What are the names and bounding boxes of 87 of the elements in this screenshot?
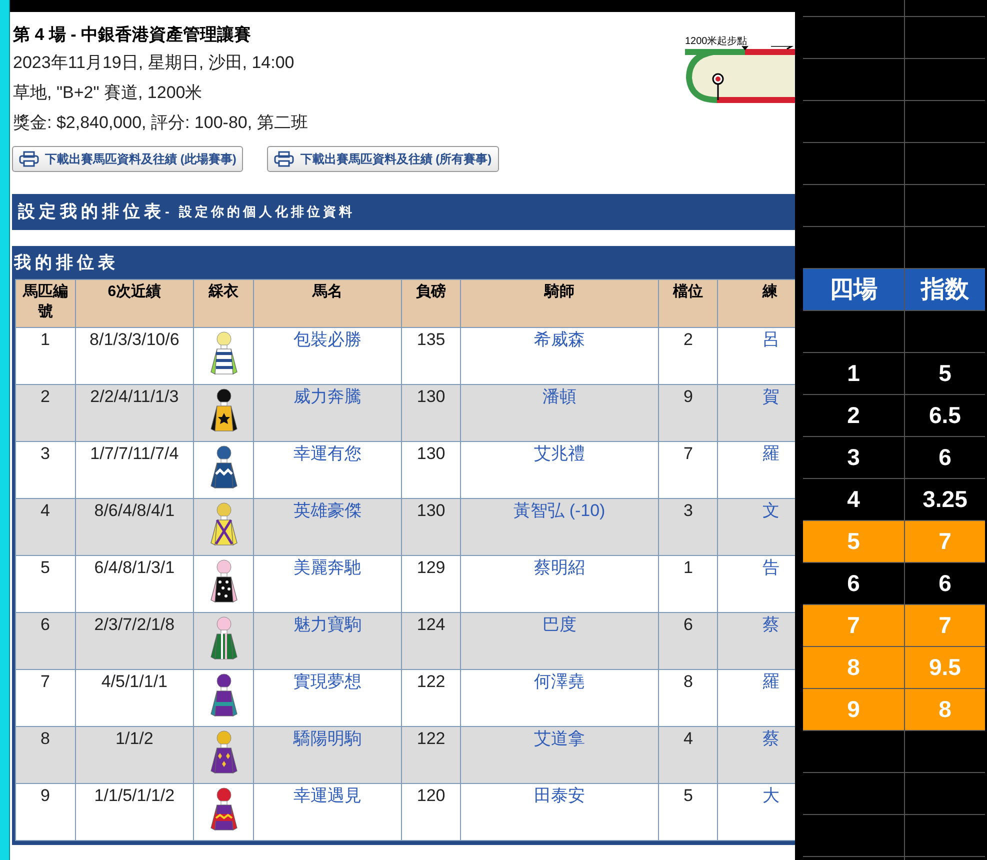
column-header: 馬匹編號: [16, 280, 76, 328]
horse-name[interactable]: 幸運遇見: [294, 786, 362, 805]
horse-name[interactable]: 實現夢想: [294, 672, 362, 691]
jockey-name[interactable]: 何澤堯: [534, 672, 585, 691]
weight: 130: [416, 501, 446, 520]
draw: 7: [683, 444, 693, 463]
jockey-name[interactable]: 黃智弘 (-10): [514, 501, 606, 520]
jockey-name[interactable]: 希威森: [534, 330, 585, 349]
recent-form: 2/3/7/2/1/8: [94, 615, 175, 634]
recent-form: 6/4/8/1/3/1: [94, 558, 175, 577]
sheet-cell: 9.5: [905, 647, 985, 689]
weight: 122: [416, 672, 446, 691]
race-info-text: 草地, "B+2" 賽道, 1200米: [13, 82, 204, 104]
horse-number: 7: [40, 672, 50, 691]
horse-number: 6: [40, 615, 50, 634]
recent-form: 1/7/7/11/7/4: [90, 444, 179, 463]
weight: 120: [416, 786, 446, 805]
sheet-column-header: 指数: [905, 269, 985, 311]
trainer-name[interactable]: 告: [762, 558, 780, 577]
sheet-column-header: 四場: [803, 269, 904, 311]
section-subtitle: - 設定你的個人化排位資料: [165, 203, 355, 222]
horse-number: 1: [40, 330, 50, 349]
jockey-name[interactable]: 艾兆禮: [534, 444, 585, 463]
trainer-name[interactable]: 羅: [762, 444, 780, 463]
draw: 8: [683, 672, 693, 691]
race-title: 第 4 場 - 中銀香港資產管理讓賽: [13, 24, 252, 46]
recent-form: 8/1/3/3/10/6: [90, 330, 180, 349]
sheet-cell: 9: [803, 689, 904, 731]
sheet-cell: 7: [905, 605, 985, 647]
sheet-cell: 7: [803, 605, 904, 647]
recent-form: 8/6/4/8/4/1: [94, 501, 175, 520]
draw: 5: [683, 786, 693, 805]
printer-icon: [274, 151, 294, 167]
download-button[interactable]: 下載出賽馬匹資料及往績 (所有賽事): [267, 146, 499, 172]
horse-name[interactable]: 美麗奔馳: [294, 558, 362, 577]
draw: 6: [683, 615, 693, 634]
horse-name[interactable]: 威力奔騰: [294, 387, 362, 406]
sheet-cell: 5: [803, 521, 904, 563]
trainer-name[interactable]: 蔡: [762, 729, 780, 748]
recent-form: 1/1/2: [116, 729, 154, 748]
sheet-cell: 7: [905, 521, 985, 563]
horse-number: 3: [40, 444, 50, 463]
trainer-name[interactable]: 呂: [762, 330, 780, 349]
jockey-name[interactable]: 艾道拿: [534, 729, 585, 748]
sheet-cell: 8: [905, 689, 985, 731]
horse-name[interactable]: 英雄豪傑: [294, 501, 362, 520]
horse-number: 2: [40, 387, 50, 406]
table-title: 我的排位表: [12, 246, 795, 279]
section-title: 設定我的排位表: [18, 201, 165, 224]
weight: 124: [416, 615, 446, 634]
draw: 9: [683, 387, 693, 406]
draw: 1: [683, 558, 693, 577]
weight: 130: [416, 387, 446, 406]
draw: 3: [683, 501, 693, 520]
recent-form: 4/5/1/1/1: [101, 672, 168, 691]
horse-name[interactable]: 包裝必勝: [294, 330, 362, 349]
sheet-cell: 8: [803, 647, 904, 689]
horse-name[interactable]: 驕陽明駒: [294, 729, 362, 748]
trainer-name[interactable]: 羅: [762, 672, 780, 691]
column-header: 騎師: [460, 280, 658, 328]
weight: 129: [416, 558, 446, 577]
jockey-name[interactable]: 田泰安: [534, 786, 585, 805]
jockey-name[interactable]: 巴度: [542, 615, 576, 634]
trainer-name[interactable]: 賀: [762, 387, 780, 406]
horse-number: 9: [40, 786, 50, 805]
trainer-name[interactable]: 蔡: [762, 615, 780, 634]
draw: 2: [683, 330, 693, 349]
jockey-name[interactable]: 潘頓: [542, 387, 576, 406]
weight: 135: [416, 330, 446, 349]
jockey-name[interactable]: 蔡明紹: [534, 558, 585, 577]
start-point-label: 1200米起步點: [685, 36, 748, 48]
download-button[interactable]: 下載出賽馬匹資料及往績 (此場賽事): [12, 146, 244, 172]
race-info-text: 2023年11月19日, 星期日, 沙田, 14:00: [13, 52, 296, 74]
recent-form: 1/1/5/1/1/2: [94, 786, 175, 805]
draw: 4: [683, 729, 693, 748]
horse-number: 4: [40, 501, 50, 520]
horse-name[interactable]: 魅力寶駒: [294, 615, 362, 634]
trainer-name[interactable]: 文: [762, 501, 780, 520]
recent-form: 2/2/4/11/1/3: [90, 387, 179, 406]
weight: 130: [416, 444, 446, 463]
weight: 122: [416, 729, 446, 748]
horse-name[interactable]: 幸運有您: [294, 444, 362, 463]
horse-number: 8: [40, 729, 50, 748]
printer-icon: [19, 151, 39, 167]
race-info-text: 獎金: $2,840,000, 評分: 100-80, 第二班: [13, 112, 308, 134]
trainer-name[interactable]: 大: [762, 786, 780, 805]
horse-number: 5: [40, 558, 50, 577]
